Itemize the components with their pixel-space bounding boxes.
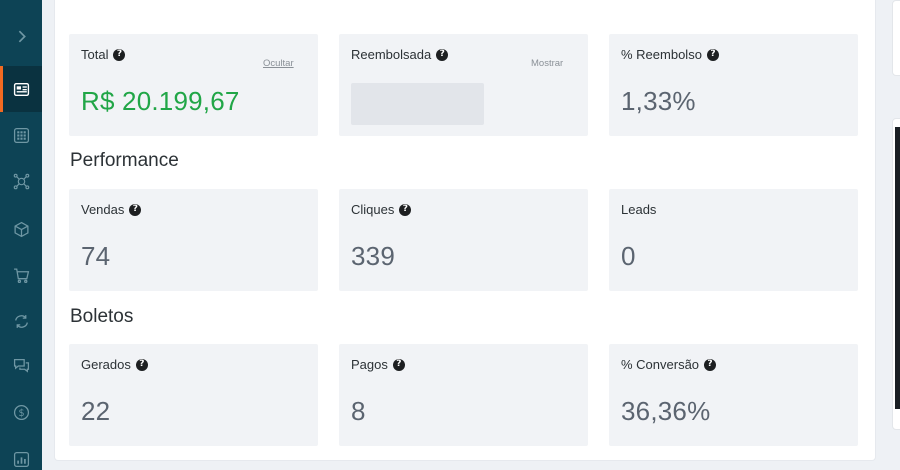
svg-text:$: $ [18,408,24,419]
sales-value: 74 [81,241,111,271]
affiliate-network-icon [13,173,29,189]
sidebar-item-affiliates[interactable] [0,158,42,204]
refunded-card: Reembolsada? Mostrar [339,34,588,136]
hidden-value-placeholder [351,83,484,125]
sidebar-item-subscriptions[interactable] [0,298,42,344]
help-icon[interactable]: ? [706,48,719,61]
clicks-value: 339 [351,241,395,271]
cart-icon [13,267,29,283]
conversion-value: 36,36% [621,396,711,426]
help-icon[interactable]: ? [113,48,126,61]
sidebar-item-dashboard[interactable] [0,66,42,112]
media-preview [895,127,900,409]
help-icon[interactable]: ? [135,358,148,371]
total-value: R$ 20.199,67 [81,86,240,116]
dollar-icon: $ [13,404,29,420]
help-icon[interactable]: ? [704,358,717,371]
conversion-label: % Conversão [621,357,700,372]
refunded-label: Reembolsada [351,47,432,62]
sidebar-item-reports[interactable] [0,436,42,470]
conversion-card: % Conversão? 36,36% [609,344,858,446]
paid-label: Pagos [351,357,388,372]
refresh-icon [14,314,28,328]
side-media-card [892,118,900,430]
leads-card: Leads 0 [609,189,858,291]
sidebar-item-messages[interactable] [0,342,42,388]
refund-rate-card: % Reembolso? 1,33% [609,34,858,136]
hide-total-link[interactable]: Ocultar [263,58,294,69]
refund-rate-value: 1,33% [621,86,696,116]
sidebar-toggle-button[interactable] [0,13,42,59]
sidebar-item-grid[interactable] [0,112,42,158]
boletos-section-title: Boletos [70,306,134,327]
performance-section-title: Performance [70,150,179,171]
cube-icon [13,221,29,237]
help-icon[interactable]: ? [129,203,142,216]
report-icon [13,451,29,467]
refund-rate-label: % Reembolso [621,47,702,62]
sales-label: Vendas [81,202,125,217]
help-icon[interactable]: ? [436,48,449,61]
generated-value: 22 [81,396,111,426]
sidebar-item-finance[interactable]: $ [0,389,42,435]
side-widget-card [892,0,900,76]
chat-icon [13,358,29,373]
leads-value: 0 [621,241,636,271]
paid-card: Pagos? 8 [339,344,588,446]
sidebar-item-sales[interactable] [0,252,42,298]
clicks-card: Cliques? 339 [339,189,588,291]
show-refunded-link[interactable]: Mostrar [531,58,563,69]
dashboard-icon [13,82,29,96]
help-icon[interactable]: ? [399,203,412,216]
sales-card: Vendas? 74 [69,189,318,291]
chevron-right-icon [18,30,26,42]
total-card: Total? Ocultar R$ 20.199,67 [69,34,318,136]
grid-icon [13,127,29,143]
sidebar: $ [0,0,42,470]
total-label: Total [81,47,109,62]
clicks-label: Cliques [351,202,395,217]
sidebar-item-products[interactable] [0,206,42,252]
paid-value: 8 [351,396,366,426]
help-icon[interactable]: ? [392,358,405,371]
generated-card: Gerados? 22 [69,344,318,446]
leads-label: Leads [621,202,657,217]
generated-label: Gerados [81,357,131,372]
